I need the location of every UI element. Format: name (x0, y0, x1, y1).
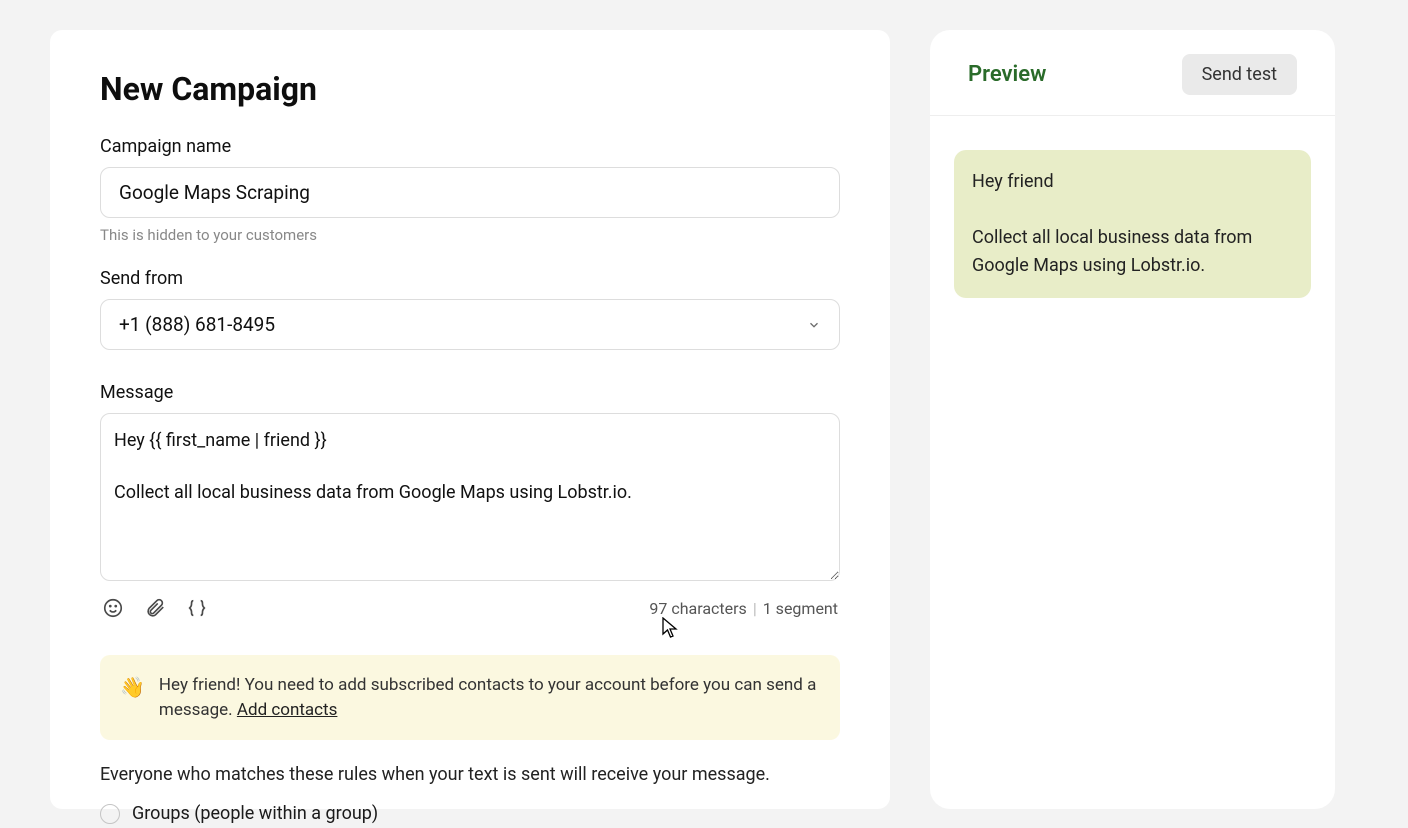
send-from-group: Send from +1 (888) 681-8495 (100, 268, 840, 350)
page-title: New Campaign (100, 70, 840, 108)
add-contacts-link[interactable]: Add contacts (237, 700, 338, 720)
message-toolbar: 97 characters|1 segment (100, 597, 840, 619)
message-label: Message (100, 382, 840, 403)
preview-title: Preview (968, 62, 1046, 87)
preview-panel: Preview Send test Hey friend Collect all… (930, 30, 1335, 809)
preview-message-bubble: Hey friend Collect all local business da… (954, 150, 1311, 298)
wave-icon: 👋 (120, 673, 145, 722)
radio-icon (100, 804, 120, 824)
segment-count: 1 segment (763, 599, 838, 618)
message-stats: 97 characters|1 segment (649, 599, 838, 618)
preview-header: Preview Send test (930, 30, 1335, 116)
attachment-icon[interactable] (144, 597, 166, 619)
send-from-value: +1 (888) 681-8495 (119, 313, 275, 336)
chevron-down-icon (807, 318, 821, 332)
add-contacts-alert: 👋 Hey friend! You need to add subscribed… (100, 655, 840, 740)
preview-body: Hey friend Collect all local business da… (930, 116, 1335, 332)
send-from-select[interactable]: +1 (888) 681-8495 (100, 299, 840, 350)
campaign-name-label: Campaign name (100, 136, 840, 157)
rules-heading: Everyone who matches these rules when yo… (100, 764, 840, 785)
campaign-name-input[interactable] (100, 167, 840, 218)
emoji-icon[interactable] (102, 597, 124, 619)
variable-icon[interactable] (186, 597, 208, 619)
char-count: 97 characters (649, 599, 746, 618)
campaign-name-helper: This is hidden to your customers (100, 226, 840, 244)
send-test-button[interactable]: Send test (1182, 54, 1297, 95)
send-from-label: Send from (100, 268, 840, 289)
campaign-form-panel: New Campaign Campaign name This is hidde… (50, 30, 890, 809)
message-textarea[interactable] (100, 413, 840, 581)
rule-option-label: Groups (people within a group) (132, 803, 378, 824)
alert-text-wrapper: Hey friend! You need to add subscribed c… (159, 673, 820, 722)
message-group: Message 97 characters|1 segment (100, 382, 840, 619)
toolbar-icons (102, 597, 208, 619)
rule-option-groups[interactable]: Groups (people within a group) (100, 799, 840, 828)
campaign-name-group: Campaign name This is hidden to your cus… (100, 136, 840, 244)
